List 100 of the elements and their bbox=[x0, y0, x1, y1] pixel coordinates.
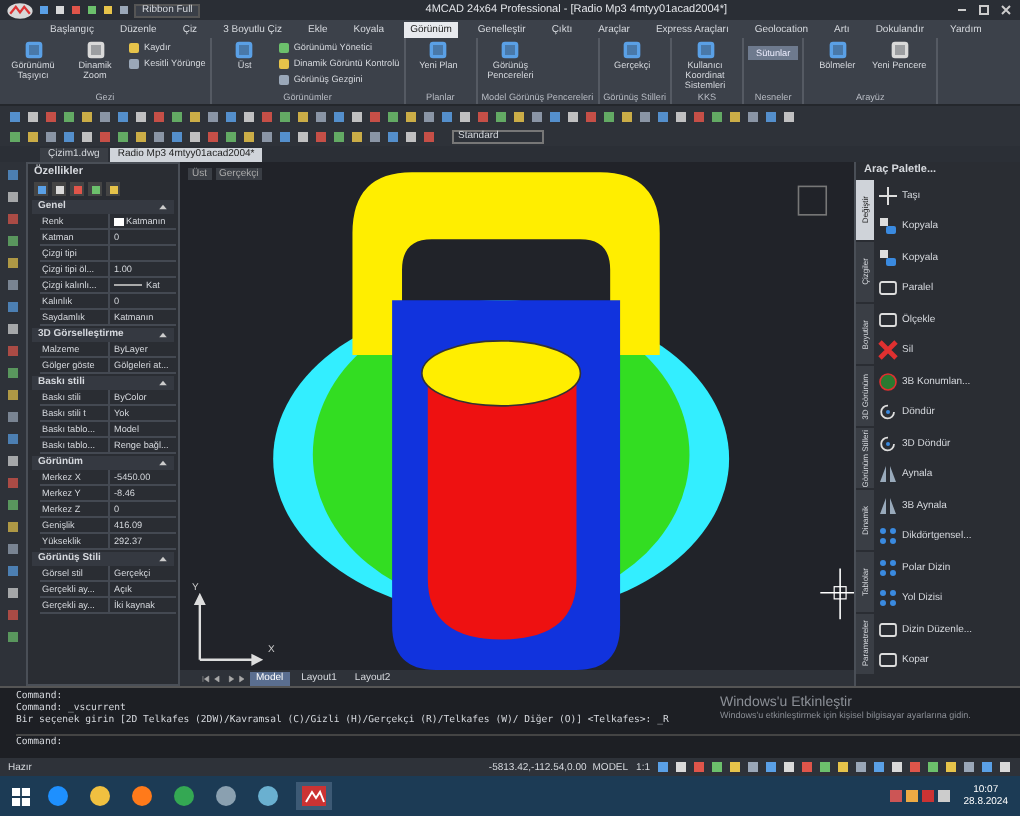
tool-icon[interactable] bbox=[80, 129, 94, 143]
close-button[interactable] bbox=[996, 2, 1014, 18]
tool-icon[interactable] bbox=[170, 109, 184, 123]
taskbar-app-icon[interactable] bbox=[296, 782, 332, 810]
tool-icon[interactable] bbox=[8, 109, 22, 123]
tool-icon[interactable] bbox=[350, 129, 364, 143]
toolbar-icon[interactable] bbox=[102, 4, 114, 16]
status-icon[interactable] bbox=[962, 760, 976, 774]
toolbar-icon[interactable] bbox=[86, 4, 98, 16]
status-icon[interactable] bbox=[944, 760, 958, 774]
tool-icon[interactable] bbox=[602, 109, 616, 123]
toolbar-icon[interactable] bbox=[38, 4, 50, 16]
tool-icon[interactable] bbox=[44, 129, 58, 143]
tool-icon[interactable] bbox=[242, 129, 256, 143]
tool-icon[interactable] bbox=[116, 109, 130, 123]
tool-icon[interactable] bbox=[5, 584, 21, 600]
status-icon[interactable] bbox=[818, 760, 832, 774]
status-icon[interactable] bbox=[998, 760, 1012, 774]
tool-icon[interactable] bbox=[5, 430, 21, 446]
tool-icon[interactable] bbox=[5, 254, 21, 270]
tool-icon[interactable] bbox=[440, 109, 454, 123]
tool-icon[interactable] bbox=[638, 109, 652, 123]
tool-icon[interactable] bbox=[314, 109, 328, 123]
tool-icon[interactable] bbox=[170, 129, 184, 143]
tool-icon[interactable] bbox=[5, 166, 21, 182]
tab-navigation-icon[interactable] bbox=[200, 673, 244, 683]
taskbar-app-icon[interactable] bbox=[212, 782, 240, 810]
tool-icon[interactable] bbox=[404, 109, 418, 123]
tool-icon[interactable] bbox=[368, 129, 382, 143]
tool-icon[interactable] bbox=[5, 188, 21, 204]
system-tray-icons[interactable] bbox=[889, 788, 950, 804]
tool-icon[interactable] bbox=[674, 109, 688, 123]
tool-icon[interactable] bbox=[710, 109, 724, 123]
tool-icon[interactable] bbox=[5, 232, 21, 248]
tool-icon[interactable] bbox=[26, 129, 40, 143]
tool-icon[interactable] bbox=[62, 109, 76, 123]
tool-icon[interactable] bbox=[656, 109, 670, 123]
tool-icon[interactable] bbox=[206, 109, 220, 123]
tool-icon[interactable] bbox=[134, 109, 148, 123]
tool-icon[interactable] bbox=[404, 129, 418, 143]
status-icon[interactable] bbox=[854, 760, 868, 774]
tool-icon[interactable] bbox=[260, 129, 274, 143]
tool-icon[interactable] bbox=[5, 276, 21, 292]
maximize-button[interactable] bbox=[974, 2, 992, 18]
status-icon[interactable] bbox=[980, 760, 994, 774]
tool-icon[interactable] bbox=[332, 109, 346, 123]
tool-icon[interactable] bbox=[5, 408, 21, 424]
tool-icon[interactable] bbox=[746, 109, 760, 123]
status-icon[interactable] bbox=[872, 760, 886, 774]
tool-icon[interactable] bbox=[5, 562, 21, 578]
tool-icon[interactable] bbox=[188, 109, 202, 123]
windows-start-icon[interactable] bbox=[12, 787, 30, 805]
tool-icon[interactable] bbox=[5, 320, 21, 336]
tool-icon[interactable] bbox=[80, 109, 94, 123]
tool-icon[interactable] bbox=[5, 298, 21, 314]
tool-icon[interactable] bbox=[5, 452, 21, 468]
tool-icon[interactable] bbox=[116, 129, 130, 143]
tool-icon[interactable] bbox=[5, 518, 21, 534]
tool-icon[interactable] bbox=[782, 109, 796, 123]
tool-icon[interactable] bbox=[188, 129, 202, 143]
tool-icon[interactable] bbox=[8, 129, 22, 143]
tool-icon[interactable] bbox=[98, 109, 112, 123]
tool-icon[interactable] bbox=[224, 109, 238, 123]
tool-icon[interactable] bbox=[26, 109, 40, 123]
tool-icon[interactable] bbox=[728, 109, 742, 123]
tool-icon[interactable] bbox=[386, 109, 400, 123]
status-icon[interactable] bbox=[836, 760, 850, 774]
tool-icon[interactable] bbox=[5, 386, 21, 402]
toolbar-icon[interactable] bbox=[54, 4, 66, 16]
tool-icon[interactable] bbox=[764, 109, 778, 123]
status-icon[interactable] bbox=[710, 760, 724, 774]
taskbar-app-icon[interactable] bbox=[44, 782, 72, 810]
status-icon[interactable] bbox=[782, 760, 796, 774]
tool-icon[interactable] bbox=[620, 109, 634, 123]
tool-icon[interactable] bbox=[350, 109, 364, 123]
status-icon[interactable] bbox=[674, 760, 688, 774]
status-icon[interactable] bbox=[746, 760, 760, 774]
tool-icon[interactable] bbox=[332, 129, 346, 143]
tool-icon[interactable] bbox=[422, 109, 436, 123]
status-icon[interactable] bbox=[764, 760, 778, 774]
tool-icon[interactable] bbox=[512, 109, 526, 123]
tool-icon[interactable] bbox=[458, 109, 472, 123]
tool-icon[interactable] bbox=[566, 109, 580, 123]
taskbar-app-icon[interactable] bbox=[170, 782, 198, 810]
tool-icon[interactable] bbox=[5, 364, 21, 380]
tool-icon[interactable] bbox=[5, 540, 21, 556]
tool-icon[interactable] bbox=[386, 129, 400, 143]
tool-icon[interactable] bbox=[548, 109, 562, 123]
taskbar-app-icon[interactable] bbox=[128, 782, 156, 810]
status-icon[interactable] bbox=[890, 760, 904, 774]
tool-icon[interactable] bbox=[224, 129, 238, 143]
viewcube-icon[interactable] bbox=[797, 185, 828, 216]
tool-icon[interactable] bbox=[278, 109, 292, 123]
status-icon[interactable] bbox=[926, 760, 940, 774]
tool-icon[interactable] bbox=[5, 496, 21, 512]
tool-icon[interactable] bbox=[296, 109, 310, 123]
tool-icon[interactable] bbox=[5, 628, 21, 644]
taskbar-app-icon[interactable] bbox=[86, 782, 114, 810]
tool-icon[interactable] bbox=[530, 109, 544, 123]
taskbar-app-icon[interactable] bbox=[254, 782, 282, 810]
